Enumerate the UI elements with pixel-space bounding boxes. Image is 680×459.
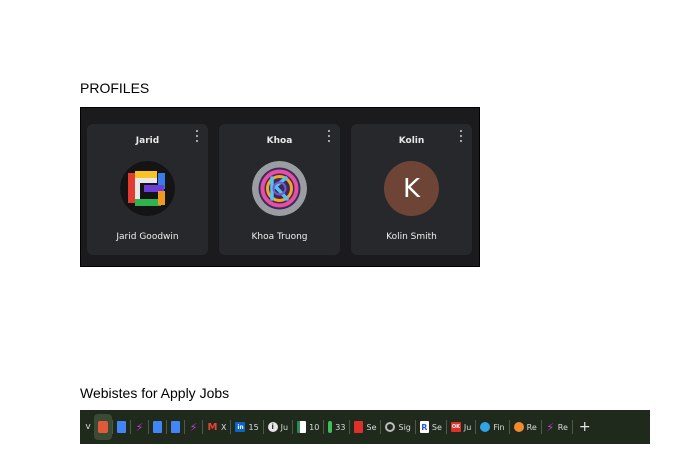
new-tab-plus-icon[interactable]: + — [579, 419, 591, 435]
avatar[interactable] — [252, 161, 307, 216]
tab-lightning[interactable]: ⚡ Re — [542, 414, 572, 440]
tab-label: Sig — [398, 422, 411, 432]
more-options-icon[interactable] — [195, 130, 199, 142]
tab-label: 15 — [248, 422, 259, 432]
profile-name: Kolin — [398, 136, 425, 146]
doc-green-icon — [297, 421, 307, 433]
linkedin-icon: in — [235, 422, 246, 432]
tab-label: Se — [431, 422, 442, 432]
glassdoor-icon — [98, 421, 108, 433]
tab-r[interactable]: R Se — [416, 414, 446, 440]
tab-lightning[interactable]: ⚡ — [131, 414, 148, 440]
profile-name: Khoa — [266, 136, 293, 146]
tab-label: 10 — [309, 422, 320, 432]
profile-card-kolin[interactable]: Kolin K Kolin Smith — [351, 124, 472, 255]
profiles-heading: PROFILES — [80, 80, 150, 96]
profiles-panel: Jarid Jarid Goodwin Khoa Khoa Truong Kol… — [80, 107, 480, 267]
google-docs-icon — [171, 421, 180, 433]
tab-google-docs[interactable] — [113, 414, 130, 440]
google-docs-icon — [117, 421, 126, 433]
tab-label: Re — [526, 422, 537, 432]
tab-info[interactable]: i Ju — [264, 414, 292, 440]
lightning-icon: ⚡ — [546, 420, 555, 434]
browser-tab-bar: v ⚡ ⚡ M X in 15 i Ju 10 33 Se Sig R Se O… — [80, 410, 650, 444]
red-doc-icon — [354, 421, 364, 433]
gmail-icon: M — [207, 421, 218, 433]
info-icon: i — [267, 422, 278, 432]
profile-name: Jarid — [135, 136, 160, 146]
tab-label: Ju — [280, 422, 289, 432]
tab-ok[interactable]: OK Ju — [447, 414, 475, 440]
tab-doc-green[interactable]: 10 — [293, 414, 323, 440]
lightning-icon: ⚡ — [189, 420, 198, 434]
tab-linkedin[interactable]: in 15 — [231, 414, 262, 440]
tab-close-label[interactable]: X — [221, 423, 226, 432]
tab-label: Re — [557, 422, 568, 432]
tab-list-chevron-icon[interactable]: v — [82, 422, 94, 432]
tab-edge[interactable]: Fin — [476, 414, 508, 440]
lightning-icon: ⚡ — [135, 420, 144, 434]
mic-icon — [328, 421, 333, 433]
tab-glassdoor[interactable] — [94, 414, 112, 440]
avatar[interactable]: K — [384, 161, 439, 216]
tab-label: Fin — [493, 422, 505, 432]
profile-card-jarid[interactable]: Jarid Jarid Goodwin — [87, 124, 208, 255]
tab-google-docs[interactable] — [167, 414, 184, 440]
tab-globe[interactable]: Sig — [381, 414, 414, 440]
profile-full-name: Jarid Goodwin — [116, 232, 179, 242]
ok-icon: OK — [450, 422, 461, 432]
websites-heading: Webistes for Apply Jobs — [80, 385, 230, 401]
avatar[interactable] — [120, 161, 175, 216]
r-icon: R — [419, 421, 429, 433]
profile-full-name: Kolin Smith — [386, 232, 437, 242]
tab-gmail[interactable]: M X — [203, 414, 230, 440]
google-docs-icon — [153, 421, 162, 433]
firefox-icon — [513, 422, 524, 432]
tab-separator — [571, 420, 573, 434]
tab-google-docs[interactable] — [149, 414, 166, 440]
tab-lightning[interactable]: ⚡ — [185, 414, 202, 440]
edge-icon — [480, 422, 491, 432]
globe-icon — [385, 422, 396, 432]
tab-mic[interactable]: 33 — [324, 414, 349, 440]
tab-red-doc[interactable]: Se — [350, 414, 380, 440]
more-options-icon[interactable] — [327, 130, 331, 142]
tab-firefox[interactable]: Re — [510, 414, 541, 440]
profile-full-name: Khoa Truong — [251, 232, 308, 242]
tab-label: Ju — [463, 422, 472, 432]
tab-label: Se — [366, 422, 377, 432]
tab-label: 33 — [335, 422, 346, 432]
profile-card-khoa[interactable]: Khoa Khoa Truong — [219, 124, 340, 255]
more-options-icon[interactable] — [459, 130, 463, 142]
